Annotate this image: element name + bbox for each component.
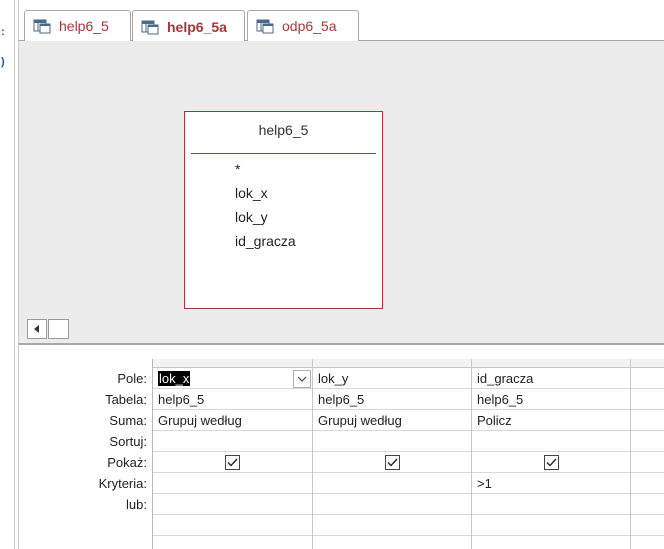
field-all[interactable]: * xyxy=(235,161,240,177)
cell-lub-3[interactable] xyxy=(472,495,630,515)
field-lok-y[interactable]: lok_y xyxy=(235,209,268,225)
design-grid: lok_x help6_5 Grupuj według lok_y help6_… xyxy=(152,359,664,549)
grid-row-labels: Pole: Tabela: Suma: Sortuj: Pokaż: Kryte… xyxy=(19,368,147,515)
label-tabela: Tabela: xyxy=(105,392,147,407)
cell-pole-1[interactable]: lok_x xyxy=(153,369,293,389)
query-design-area[interactable]: help6_5 * lok_x lok_y id_gracza xyxy=(19,41,664,317)
cell-suma-2[interactable]: Grupuj według xyxy=(313,411,471,431)
tab-label: help6_5a xyxy=(167,18,227,35)
pole-dropdown-button[interactable] xyxy=(293,370,311,388)
cell-tabela-3[interactable]: help6_5 xyxy=(472,390,630,410)
colon-glyph: : xyxy=(1,26,5,38)
cell-kryteria-1[interactable] xyxy=(153,474,311,494)
cell-lub-1[interactable] xyxy=(153,495,311,515)
cell-tabela-2[interactable]: help6_5 xyxy=(313,390,471,410)
checkbox-checked-icon xyxy=(544,455,559,470)
cell-pole-3[interactable]: id_gracza xyxy=(472,369,630,389)
pane-divider xyxy=(14,0,15,549)
scroll-left-button[interactable] xyxy=(27,319,47,339)
label-kryteria: Kryteria: xyxy=(98,476,147,491)
label-pokaz: Pokaż: xyxy=(107,455,147,470)
table-title[interactable]: help6_5 xyxy=(185,122,382,138)
horizontal-scrollbar[interactable] xyxy=(19,317,664,343)
tab-label: help6_5 xyxy=(59,18,109,34)
checkbox-pokaz-3[interactable] xyxy=(544,455,559,470)
query-icon xyxy=(33,18,51,34)
cell-sortuj-2[interactable] xyxy=(313,432,471,452)
label-sortuj: Sortuj: xyxy=(109,434,147,449)
cell-kryteria-3[interactable]: >1 xyxy=(472,474,630,494)
table-title-divider xyxy=(191,153,376,154)
label-lub: lub: xyxy=(126,497,147,512)
field-lok-x[interactable]: lok_x xyxy=(235,185,268,201)
tab-help6-5[interactable]: help6_5 xyxy=(24,10,131,41)
scroll-thumb[interactable] xyxy=(48,319,69,339)
document-tab-bar: help6_5 help6_5a odp6_5a xyxy=(19,0,664,42)
cell-pole-2[interactable]: lok_y xyxy=(313,369,471,389)
tab-odp6-5a[interactable]: odp6_5a xyxy=(247,10,359,41)
paren-glyph: ) xyxy=(1,56,5,68)
checkbox-pokaz-2[interactable] xyxy=(385,455,400,470)
cell-lub-2[interactable] xyxy=(313,495,471,515)
grid-row-empty xyxy=(153,515,664,536)
label-suma: Suma: xyxy=(109,413,147,428)
tab-help6-5a[interactable]: help6_5a xyxy=(132,10,245,42)
query-grid-area: Pole: Tabela: Suma: Sortuj: Pokaż: Kryte… xyxy=(19,351,664,549)
cell-suma-1[interactable]: Grupuj według xyxy=(153,411,311,431)
checkbox-checked-icon xyxy=(225,455,240,470)
cell-sortuj-1[interactable] xyxy=(153,432,311,452)
column-selector-bar[interactable] xyxy=(153,359,664,368)
chevron-down-icon xyxy=(297,376,307,382)
table-field-list[interactable]: help6_5 * lok_x lok_y id_gracza xyxy=(184,111,383,309)
cell-kryteria-2[interactable] xyxy=(313,474,471,494)
pane-splitter[interactable] xyxy=(19,343,664,351)
query-icon xyxy=(256,18,274,34)
cell-pole-1-text: lok_x xyxy=(158,371,191,386)
checkbox-checked-icon xyxy=(385,455,400,470)
cell-sortuj-3[interactable] xyxy=(472,432,630,452)
checkbox-pokaz-1[interactable] xyxy=(225,455,240,470)
arrow-left-icon xyxy=(34,325,39,333)
cell-tabela-1[interactable]: help6_5 xyxy=(153,390,311,410)
tab-label: odp6_5a xyxy=(282,18,337,34)
cell-suma-3[interactable]: Policz xyxy=(472,411,630,431)
left-nav-strip: : ) xyxy=(0,0,10,549)
field-id-gracza[interactable]: id_gracza xyxy=(235,233,296,249)
column-divider[interactable] xyxy=(630,359,631,549)
label-pole: Pole: xyxy=(117,371,147,386)
query-icon xyxy=(141,19,159,35)
